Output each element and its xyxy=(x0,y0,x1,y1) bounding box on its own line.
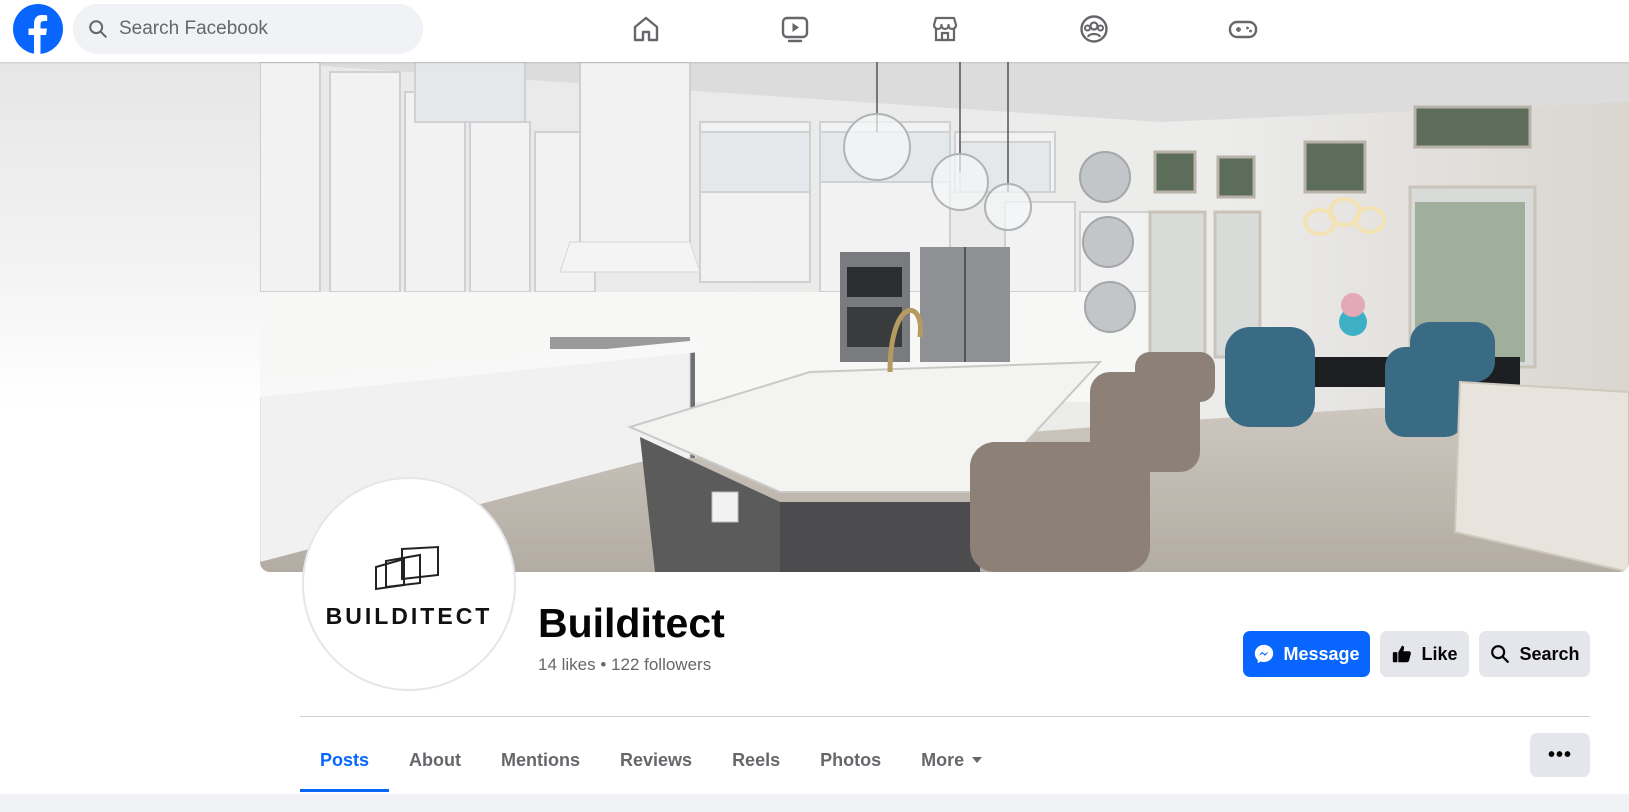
tab-label: Posts xyxy=(320,749,370,770)
search-input[interactable] xyxy=(119,18,399,40)
message-button-label: Message xyxy=(1283,643,1360,664)
caret-down-icon xyxy=(972,757,983,763)
avatar-logo-text: BUILDITECT xyxy=(325,602,493,629)
tab-mentions[interactable]: Mentions xyxy=(481,728,600,792)
tab-posts[interactable]: Posts xyxy=(300,728,390,792)
tab-reels[interactable]: Reels xyxy=(712,728,800,792)
facebook-logo-icon[interactable] xyxy=(13,4,63,54)
like-button-label: Like xyxy=(1421,643,1458,664)
page-title: Builditect xyxy=(538,600,725,646)
messenger-icon xyxy=(1255,644,1274,664)
search-facebook-box[interactable] xyxy=(73,4,423,54)
page-tabs: Posts About Mentions Reviews Reels Photo… xyxy=(300,728,1002,792)
tabs-divider xyxy=(300,716,1590,717)
thumbs-up-icon xyxy=(1393,645,1412,663)
tab-label: Reviews xyxy=(620,749,693,770)
tab-label: Reels xyxy=(732,749,781,770)
feed-background xyxy=(0,794,1629,812)
top-navigation-bar xyxy=(0,0,1629,62)
message-button[interactable]: Message xyxy=(1243,631,1370,677)
tab-reviews[interactable]: Reviews xyxy=(600,728,712,792)
page-likes-followers[interactable]: 14 likes • 122 followers xyxy=(538,655,711,675)
groups-icon[interactable] xyxy=(1076,11,1112,47)
tab-label: Mentions xyxy=(501,749,581,770)
tab-about[interactable]: About xyxy=(389,728,481,792)
search-icon xyxy=(1491,645,1510,663)
page-profile-picture[interactable]: BUILDITECT xyxy=(302,477,516,691)
builditect-logo-icon xyxy=(375,545,439,590)
search-icon xyxy=(89,20,107,38)
video-icon[interactable] xyxy=(777,11,813,47)
tab-label: About xyxy=(409,749,462,770)
home-icon[interactable] xyxy=(628,11,664,47)
more-options-button[interactable]: ••• xyxy=(1530,733,1590,777)
tab-label: Photos xyxy=(820,749,882,770)
marketplace-icon[interactable] xyxy=(927,11,963,47)
search-button-label: Search xyxy=(1519,643,1580,664)
like-button[interactable]: Like xyxy=(1380,631,1469,677)
tab-label: More xyxy=(921,749,965,770)
tab-photos[interactable]: Photos xyxy=(800,728,901,792)
page-search-button[interactable]: Search xyxy=(1479,631,1590,677)
gaming-icon[interactable] xyxy=(1225,11,1261,47)
tab-more[interactable]: More xyxy=(901,728,1002,792)
